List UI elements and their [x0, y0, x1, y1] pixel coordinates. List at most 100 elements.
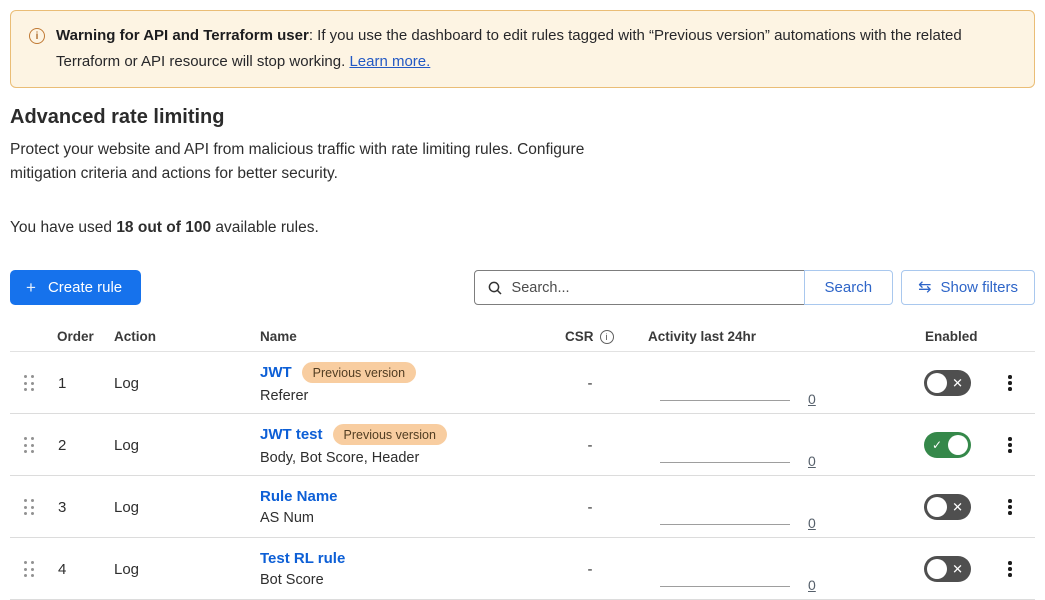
info-icon: i: [29, 28, 45, 44]
learn-more-link[interactable]: Learn more.: [349, 53, 430, 70]
rule-menu-cell: [990, 557, 1035, 581]
enabled-toggle[interactable]: ✓ ✕: [924, 556, 971, 582]
rule-name-cell: JWT test Previous version Body, Bot Scor…: [253, 424, 545, 466]
rule-action: Log: [103, 437, 253, 454]
rule-name-cell: Rule Name AS Num: [253, 488, 545, 526]
drag-handle-icon[interactable]: [24, 499, 34, 515]
rule-action: Log: [103, 561, 253, 578]
rule-name-link[interactable]: Test RL rule: [260, 550, 345, 567]
activity-count-link[interactable]: 0: [808, 391, 816, 407]
header-order: Order: [48, 329, 103, 344]
csr-info-icon[interactable]: i: [600, 330, 614, 344]
show-filters-label: Show filters: [940, 279, 1018, 296]
search-input[interactable]: [512, 280, 794, 296]
search-button-label: Search: [825, 279, 873, 296]
rule-menu-cell: [990, 371, 1035, 395]
rule-name-link[interactable]: JWT: [260, 364, 292, 381]
drag-handle-icon[interactable]: [24, 375, 34, 391]
table-row: 3 Log Rule Name AS Num - 0 ✓ ✕: [10, 476, 1035, 538]
toggle-knob: [927, 559, 947, 579]
rule-enabled-cell: ✓ ✕: [915, 370, 990, 396]
create-rule-button[interactable]: + Create rule: [10, 270, 141, 305]
header-enabled: Enabled: [915, 329, 990, 344]
table-header-row: Order Action Name CSR i Activity last 24…: [10, 322, 1035, 352]
x-icon: ✕: [952, 501, 963, 514]
table-row: 2 Log JWT test Previous version Body, Bo…: [10, 414, 1035, 476]
rule-enabled-cell: ✓ ✕: [915, 494, 990, 520]
toggle-knob: [927, 497, 947, 517]
rule-criteria: Bot Score: [260, 572, 545, 588]
page-description: Protect your website and API from malici…: [10, 138, 638, 186]
previous-version-badge: Previous version: [302, 362, 416, 383]
rule-criteria: Referer: [260, 388, 545, 404]
activity-sparkline: [660, 586, 790, 587]
rule-action: Log: [103, 375, 253, 392]
rule-activity-cell: 0: [635, 414, 915, 476]
rule-order: 1: [48, 375, 103, 392]
header-csr-label: CSR: [565, 329, 594, 344]
show-filters-button[interactable]: ⇆ Show filters: [901, 270, 1035, 305]
toggle-knob: [948, 435, 968, 455]
usage-count: 18 out of 100: [116, 219, 211, 236]
rule-enabled-cell: ✓ ✕: [915, 432, 990, 458]
activity-count-link[interactable]: 0: [808, 453, 816, 469]
activity-count-link[interactable]: 0: [808, 515, 816, 531]
rule-name-link[interactable]: JWT test: [260, 426, 323, 443]
rule-activity-cell: 0: [635, 352, 915, 414]
enabled-toggle[interactable]: ✓ ✕: [924, 494, 971, 520]
kebab-menu-icon[interactable]: [1002, 557, 1018, 581]
rule-menu-cell: [990, 433, 1035, 457]
table-row: 4 Log Test RL rule Bot Score - 0 ✓ ✕: [10, 538, 1035, 600]
advanced-rate-limiting-page: i Warning for API and Terraform user: If…: [0, 0, 1045, 597]
usage-suffix: available rules.: [211, 219, 319, 236]
rule-csr: -: [545, 561, 635, 578]
rules-table: Order Action Name CSR i Activity last 24…: [10, 322, 1035, 600]
rule-criteria: Body, Bot Score, Header: [260, 450, 545, 466]
header-action: Action: [103, 329, 253, 344]
rule-menu-cell: [990, 495, 1035, 519]
search-area: Search ⇆ Show filters: [474, 270, 1035, 305]
rule-name-cell: Test RL rule Bot Score: [253, 550, 545, 588]
rule-csr: -: [545, 375, 635, 392]
drag-handle-icon[interactable]: [24, 437, 34, 453]
rule-order: 4: [48, 561, 103, 578]
search-box: [474, 270, 805, 305]
kebab-menu-icon[interactable]: [1002, 371, 1018, 395]
activity-sparkline: [660, 462, 790, 463]
warning-title: Warning for API and Terraform user: [56, 27, 309, 44]
rule-activity-cell: 0: [635, 476, 915, 538]
rule-name-cell: JWT Previous version Referer: [253, 362, 545, 404]
activity-sparkline: [660, 400, 790, 401]
rule-action: Log: [103, 499, 253, 516]
search-icon: [487, 280, 503, 296]
rule-order: 3: [48, 499, 103, 516]
header-name: Name: [253, 329, 545, 344]
warning-text: Warning for API and Terraform user: If y…: [56, 23, 1016, 74]
rule-criteria: AS Num: [260, 510, 545, 526]
kebab-menu-icon[interactable]: [1002, 433, 1018, 457]
activity-sparkline: [660, 524, 790, 525]
usage-summary: You have used 18 out of 100 available ru…: [10, 219, 1035, 237]
rule-order: 2: [48, 437, 103, 454]
rule-csr: -: [545, 437, 635, 454]
x-icon: ✕: [952, 563, 963, 576]
header-activity: Activity last 24hr: [635, 329, 915, 344]
rule-name-link[interactable]: Rule Name: [260, 488, 338, 505]
warning-banner: i Warning for API and Terraform user: If…: [10, 10, 1035, 88]
search-button[interactable]: Search: [804, 270, 894, 305]
enabled-toggle[interactable]: ✓ ✕: [924, 370, 971, 396]
toggle-knob: [927, 373, 947, 393]
check-icon: ✓: [932, 439, 942, 451]
enabled-toggle[interactable]: ✓ ✕: [924, 432, 971, 458]
previous-version-badge: Previous version: [333, 424, 447, 445]
header-csr: CSR i: [545, 329, 635, 344]
toolbar: + Create rule Search ⇆ Show filters: [10, 270, 1035, 305]
plus-icon: +: [26, 278, 36, 298]
usage-prefix: You have used: [10, 219, 116, 236]
rule-activity-cell: 0: [635, 538, 915, 600]
page-title: Advanced rate limiting: [10, 106, 1035, 129]
table-row: 1 Log JWT Previous version Referer - 0 ✓…: [10, 352, 1035, 414]
kebab-menu-icon[interactable]: [1002, 495, 1018, 519]
activity-count-link[interactable]: 0: [808, 577, 816, 593]
drag-handle-icon[interactable]: [24, 561, 34, 577]
